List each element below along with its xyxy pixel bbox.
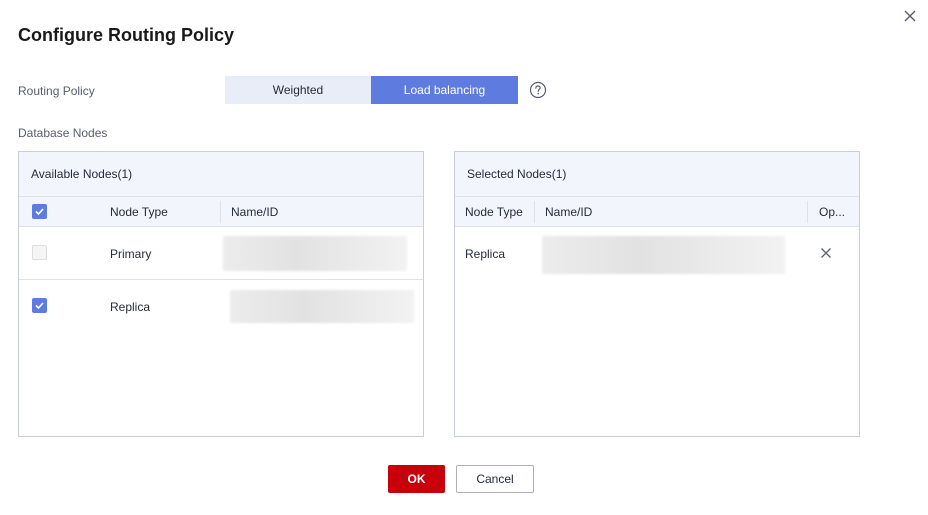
weighted-option[interactable]: Weighted — [225, 76, 371, 104]
select-all-checkbox[interactable] — [32, 204, 47, 219]
check-icon — [35, 208, 44, 216]
row-checkbox — [32, 245, 47, 260]
col-name-id[interactable]: Name/ID — [231, 205, 278, 219]
node-name-redacted — [223, 236, 407, 271]
col-operation: Op... — [819, 205, 846, 219]
node-type-cell: Primary — [110, 247, 152, 261]
col-name-id[interactable]: Name/ID — [545, 205, 592, 219]
column-divider — [807, 201, 808, 223]
database-nodes-label: Database Nodes — [18, 126, 108, 140]
available-nodes-header: Available Nodes(1) — [19, 152, 423, 197]
check-icon — [35, 302, 44, 310]
table-row: Primary — [19, 228, 423, 281]
dialog-title: Configure Routing Policy — [18, 25, 234, 45]
row-checkbox[interactable] — [32, 298, 47, 313]
cancel-button[interactable]: Cancel — [456, 465, 534, 493]
node-name-redacted — [542, 236, 785, 274]
selected-nodes-header: Selected Nodes(1) — [455, 152, 859, 197]
column-divider — [534, 201, 535, 223]
help-icon[interactable] — [529, 81, 547, 99]
load-balancing-option[interactable]: Load balancing — [371, 76, 518, 104]
selected-nodes-panel: Selected Nodes(1) Node Type Name/ID Op..… — [454, 151, 860, 437]
col-node-type: Node Type — [465, 205, 523, 219]
column-divider — [220, 201, 221, 223]
routing-policy-label: Routing Policy — [18, 84, 95, 98]
table-row: Replica — [19, 280, 423, 333]
node-type-cell: Replica — [110, 300, 151, 314]
available-table-header: Node Type Name/ID — [19, 197, 423, 227]
table-row: Replica — [455, 228, 859, 281]
node-name-redacted — [230, 290, 414, 323]
available-nodes-panel: Available Nodes(1) Node Type Name/ID Pri… — [18, 151, 424, 437]
close-icon[interactable] — [902, 8, 918, 24]
ok-button[interactable]: OK — [388, 465, 445, 493]
col-node-type: Node Type — [110, 205, 168, 219]
selected-table-header: Node Type Name/ID Op... — [455, 197, 859, 227]
node-type-cell: Replica — [465, 247, 506, 261]
remove-icon[interactable] — [820, 247, 832, 259]
